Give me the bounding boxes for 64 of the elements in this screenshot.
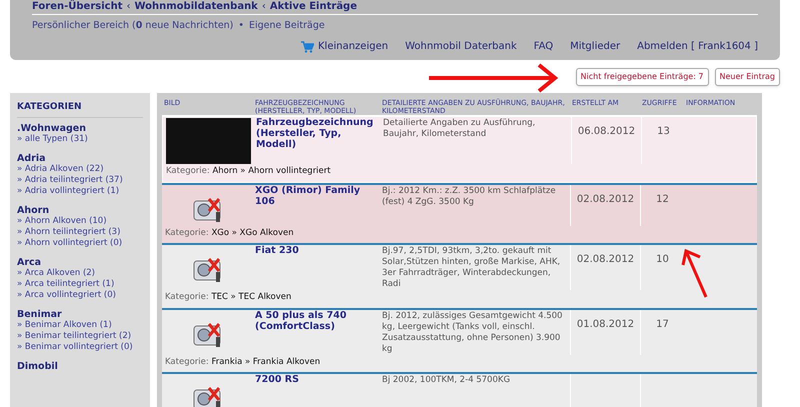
views-count: 13 xyxy=(657,126,670,137)
category-text: Kategorie: TEC » TEC Alkoven xyxy=(165,292,292,302)
category-link[interactable]: » Arca vollintegriert (0) xyxy=(17,290,143,300)
views-count: 10 xyxy=(656,254,669,265)
category-heading[interactable]: .Wohnwagen xyxy=(17,122,143,134)
category-link[interactable]: » Benimar vollintegriert (0) xyxy=(17,342,143,352)
nav-link[interactable]: Mitglieder xyxy=(570,39,620,54)
category-link[interactable]: » Arca Alkoven (2) xyxy=(17,268,143,278)
category-text: Kategorie: Ahorn » Ahorn vollintegriert xyxy=(166,166,331,176)
date-text: 02.08.2012 xyxy=(576,254,634,265)
views-count: 17 xyxy=(656,318,669,330)
category-heading[interactable]: Arca xyxy=(17,256,143,268)
category-link[interactable]: » Adria Alkoven (22) xyxy=(17,164,143,174)
arrow-annotation xyxy=(680,247,710,299)
sidebar-title: KATEGORIEN xyxy=(17,101,143,118)
date-text: 02.08.2012 xyxy=(576,194,634,204)
nav-link[interactable]: Abmelden [ Frank1604 ] xyxy=(637,39,758,54)
own-posts-link[interactable]: Eigene Beiträge xyxy=(249,19,325,34)
category-link[interactable]: » alle Typen (31) xyxy=(17,134,143,144)
vehicle-name-link[interactable]: A 50 plus als 740 (ComfortClass) xyxy=(253,310,380,354)
breadcrumb-separator: ‹ xyxy=(262,1,266,13)
category-link[interactable]: » Benimar Alkoven (1) xyxy=(17,320,143,330)
details-text: Bj. 2012, zulässiges Gesamtgewicht 4.500 kg, Leergewicht (Tanks voll, einschl. Zusatzausstattung, ohne Personen) 3.900 kg xyxy=(381,310,564,354)
views-count: 12 xyxy=(656,194,669,204)
breadcrumb-link[interactable]: Foren-Übersicht xyxy=(32,1,122,13)
category-heading[interactable]: Ahorn xyxy=(17,204,143,216)
table-row[interactable]: Fiat 230 Bj.97, 2,5TDI, 93tkm, 3,2to. gekauft mit Solar,Stützen hinten, große Markise, AHK, 3er Fahrradträger, Winterabdeckungen, Radi 02.08.2012 10 Kategorie: TEC » TEC Alkoven xyxy=(162,243,757,308)
category-heading[interactable]: Benimar xyxy=(17,308,143,320)
category-text: Kategorie: Frankia » Frankia Alkoven xyxy=(165,356,320,366)
vehicle-name-link[interactable]: XGO (Rimor) Family 106 xyxy=(253,184,380,226)
cart-icon xyxy=(300,40,314,53)
action-button[interactable]: Neuer Eintrag xyxy=(714,68,780,86)
user-bar-text[interactable]: Persönlicher Bereich (0 neue Nachrichten) xyxy=(32,19,234,34)
details-text: Bj.: 2012 Km.: z.Z. 3500 km Schlafplätze (fest) 4 ZgG. 3500 Kg xyxy=(381,184,557,208)
nav-link[interactable]: Wohnmobil Daterbank xyxy=(405,39,517,54)
date-text: 06.08.2012 xyxy=(578,126,636,137)
breadcrumb-link[interactable]: Wohnmobildatenbank xyxy=(134,1,258,13)
table-row[interactable]: 7200 RS Bj 2002, 100TKM, 2-4 5700KG xyxy=(162,372,757,407)
vehicle-name-link[interactable]: Fiat 230 xyxy=(253,245,380,290)
category-heading[interactable]: Adria xyxy=(17,152,143,164)
separator-dot: • xyxy=(238,19,244,33)
vehicle-name-link[interactable]: 7200 RS xyxy=(253,374,380,407)
category-link[interactable]: » Ahorn Alkoven (10) xyxy=(17,216,143,226)
nav-link[interactable]: FAQ xyxy=(534,39,554,54)
category-link[interactable]: » Ahorn teilintegriert (3) xyxy=(17,226,143,238)
nav-link[interactable]: Kleinanzeigen xyxy=(300,39,388,54)
category-link[interactable]: » Ahorn vollintegriert (0) xyxy=(17,238,143,248)
action-button[interactable]: Nicht freigegebene Einträge: 7 xyxy=(576,68,709,86)
table-row[interactable]: Fahrzeugbezeichnung (Hersteller, Typ, Modell) Detailierte Angaben zu Ausführung, Baujahr, Kilometerstand 06.08.2012 13 Kategorie: Ahorn » Ahorn vollintegriert xyxy=(162,115,757,182)
details-text: Detailierte Angaben zu Ausführung, Baujahr, Kilometerstand xyxy=(382,117,536,141)
category-heading[interactable]: Dimobil xyxy=(17,360,143,372)
category-link[interactable]: » Arca teilintegriert (1) xyxy=(17,278,143,290)
breadcrumb-separator: ‹ xyxy=(126,1,130,13)
table-row[interactable]: XGO (Rimor) Family 106 Bj.: 2012 Km.: z.Z. 3500 km Schlafplätze (fest) 4 ZgG. 3500 Kg 02.08.2012 12 Kategorie: XGo » XGo Alkoven xyxy=(162,182,757,243)
table-row[interactable] xyxy=(162,308,757,372)
date-text: 01.08.2012 xyxy=(576,318,634,330)
category-text: Kategorie: XGo » XGo Alkoven xyxy=(165,228,294,238)
category-link[interactable]: » Adria teilintegriert (37) xyxy=(17,174,143,186)
breadcrumb-link[interactable]: Aktive Einträge xyxy=(270,1,358,13)
category-link[interactable]: » Adria vollintegriert (1) xyxy=(17,186,143,196)
vehicle-name-link[interactable]: Fahrzeugbezeichnung (Hersteller, Typ, Modell) xyxy=(254,117,381,164)
details-text: Bj 2002, 100TKM, 2-4 5700KG xyxy=(381,374,512,387)
details-text: Bj.97, 2,5TDI, 93tkm, 3,2to. gekauft mit Solar,Stützen hinten, große Markise, AHK, 3er Fahrradträger, Winterabdeckungen, Radi xyxy=(381,245,562,290)
category-link[interactable]: » Benimar teilintegriert (2) xyxy=(17,330,143,342)
